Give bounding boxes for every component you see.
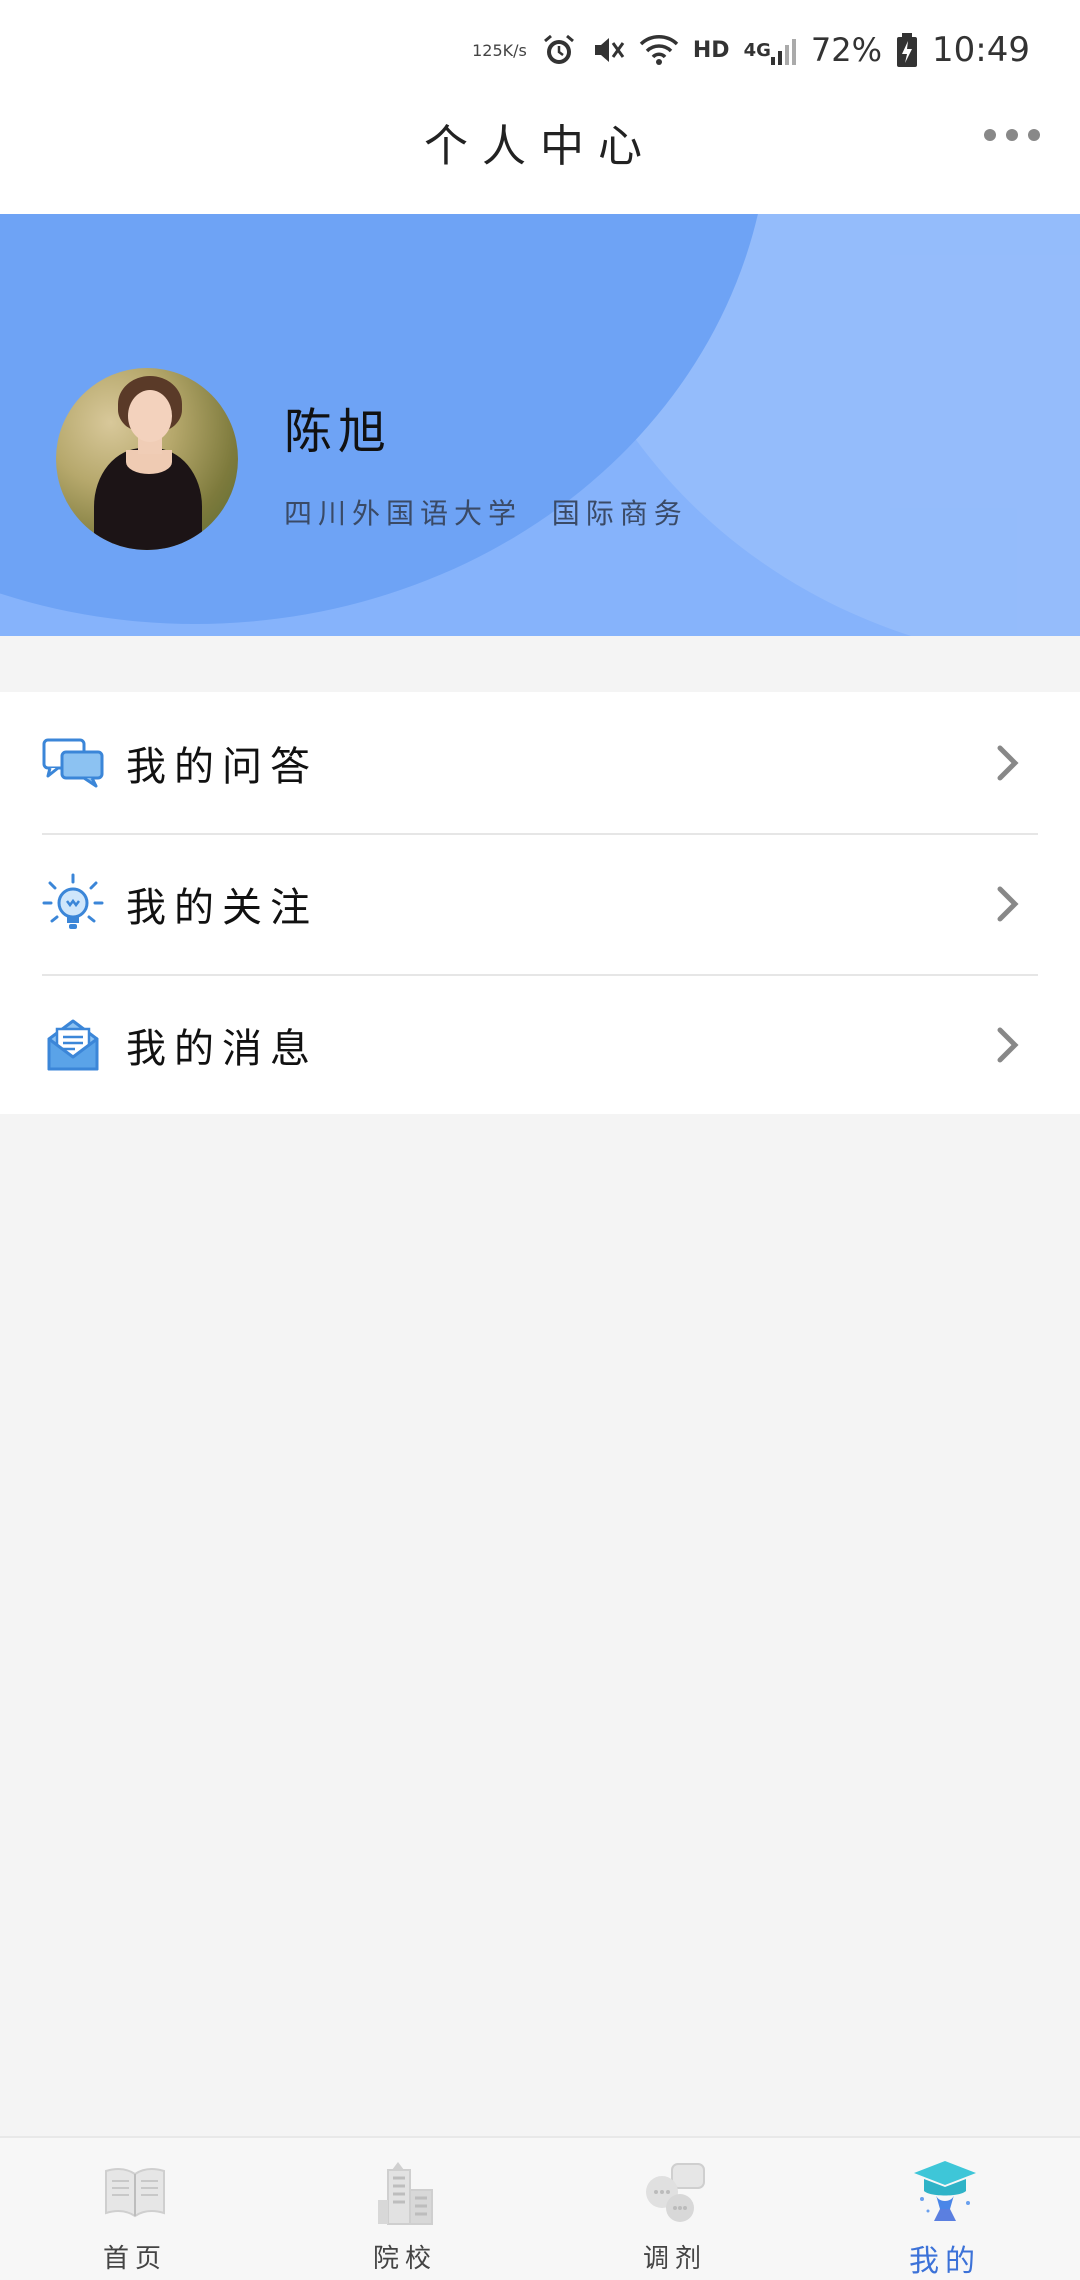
book-icon (100, 2158, 170, 2228)
signal-indicator: 4G (744, 35, 797, 65)
battery-percent: 72% (810, 31, 883, 69)
menu-item-my-messages[interactable]: 我的消息 (0, 974, 1080, 1115)
wifi-icon (639, 34, 679, 66)
nav-label: 我的 (909, 2244, 981, 2279)
more-button[interactable] (984, 120, 1040, 150)
chat-bubbles-icon (42, 732, 104, 794)
nav-item-mine[interactable]: 我的 (810, 2138, 1080, 2280)
menu-item-label: 我的消息 (126, 1025, 318, 1072)
graduation-cap-icon (910, 2158, 980, 2226)
user-name: 陈旭 (284, 404, 393, 460)
chat-icon (640, 2158, 710, 2228)
mute-icon (591, 33, 625, 67)
more-icon (984, 129, 996, 141)
menu-list: 我的问答 我的关注 我的消息 (0, 692, 1080, 1114)
signal-icon (770, 39, 796, 65)
nav-label: 首页 (102, 2244, 167, 2274)
chevron-right-icon (997, 886, 1019, 921)
bottom-nav: 首页 院校 调剂 我的 (0, 2136, 1080, 2280)
avatar[interactable] (56, 368, 238, 550)
user-school-major: 四川外国语大学 国际商务 (284, 497, 688, 530)
nav-item-schools[interactable]: 院校 (270, 2138, 540, 2280)
net-speed-value: 125 (472, 40, 503, 60)
mail-icon (42, 1014, 104, 1076)
menu-item-my-follows[interactable]: 我的关注 (0, 833, 1080, 974)
chevron-right-icon (997, 745, 1019, 780)
building-icon (370, 2158, 440, 2228)
title-bar: 个人中心 (0, 100, 1080, 214)
menu-item-my-qa[interactable]: 我的问答 (0, 692, 1080, 833)
profile-banner: 陈旭 四川外国语大学 国际商务 (0, 214, 1080, 636)
nav-item-transfer[interactable]: 调剂 (540, 2138, 810, 2280)
page-title: 个人中心 (424, 121, 656, 172)
status-bar: 125 K/s HD 4G 72% 10:49 (0, 0, 1080, 100)
nav-label: 调剂 (642, 2244, 707, 2274)
battery-charging-icon (896, 33, 918, 67)
network-type: 4G (743, 39, 771, 61)
hd-indicator: HD (692, 37, 730, 63)
menu-item-label: 我的关注 (126, 884, 318, 931)
nav-label: 院校 (372, 2244, 437, 2274)
lightbulb-icon (42, 873, 104, 935)
nav-item-home[interactable]: 首页 (0, 2138, 270, 2280)
net-speed-unit: K/s (502, 40, 527, 60)
alarm-icon (541, 32, 577, 68)
chevron-right-icon (997, 1027, 1019, 1062)
clock: 10:49 (932, 30, 1030, 70)
net-speed: 125 K/s (472, 42, 527, 59)
menu-item-label: 我的问答 (126, 743, 318, 790)
